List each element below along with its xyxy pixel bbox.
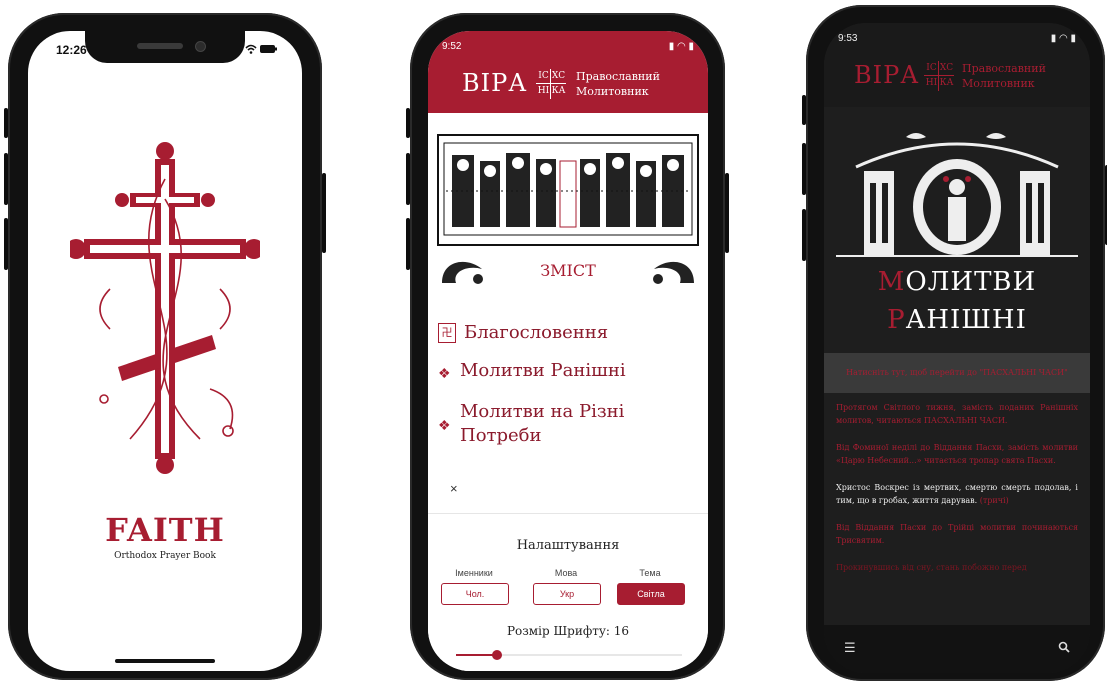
phone-frame-splash: 12:26 FAITH Orthodox Prayer Book (4, 13, 326, 680)
settings-panel: Налаштування Іменники Чол. Мова Укр Тема… (428, 513, 708, 671)
contents-screen: 9:52 ▮ ◠ ▮ ВІРА ІС ХС НІ КА Православний… (428, 31, 708, 671)
prayer-body: Протягом Світлого тижня, замість поданих… (836, 401, 1078, 588)
volume-button (802, 209, 806, 261)
power-button (322, 173, 326, 253)
volume-button (4, 218, 8, 270)
icxc-nika-icon: ІС ХС НІ КА (536, 69, 566, 99)
toc-item-label: Молитви на Різні Потреби (460, 401, 625, 446)
bottom-toolbar: ☰ (824, 625, 1090, 673)
notch (85, 31, 245, 63)
status-time: 12:26 (56, 43, 87, 57)
status-time: 9:53 (838, 33, 858, 44)
volume-button (4, 108, 8, 138)
toc-item-morning-prayers[interactable]: ❖ Молитви Ранішні (438, 359, 708, 386)
prayer-paragraph: Христос Воскрес із мертвих, смертю смерт… (836, 483, 1078, 505)
right-ornament (653, 261, 694, 284)
prayer-title: МОЛИТВИ РАНІШНІ (877, 267, 1037, 335)
rubric-paragraph: Від Віддання Пасхи до Трійці молитви поч… (836, 523, 1078, 545)
app-tagline: Православний Молитовник (962, 62, 1046, 90)
theme-label: Тема (639, 568, 661, 578)
paschal-hours-link[interactable]: Натисніть тут, щоб перейти до "ПАСХАЛЬНІ… (824, 353, 1090, 393)
status-time: 9:52 (442, 41, 462, 52)
orthodox-cross-icon (70, 142, 260, 474)
app-title: FAITH (105, 511, 225, 549)
volume-button (406, 218, 410, 270)
volume-button (802, 143, 806, 195)
icon-engraving-image (437, 134, 699, 246)
battery-icon: ▮ ◠ ▮ (1050, 33, 1076, 44)
brand-name: ВІРА (462, 69, 528, 97)
rubric-paragraph: Протягом Світлого тижня, замість поданих… (836, 403, 1078, 425)
settings-title: Налаштування (516, 538, 620, 553)
toc-item-label: Благословення (464, 322, 609, 343)
phone-frame-prayer: 9:53 ▮ ◠ ▮ ВІРА ІС ХС НІ КА Православний… (802, 5, 1107, 681)
battery-icon: ▮ ◠ ▮ (668, 41, 694, 52)
slider-fill (456, 654, 497, 656)
volume-button (406, 108, 410, 138)
app-header: 9:52 ▮ ◠ ▮ ВІРА ІС ХС НІ КА Православний… (428, 31, 708, 113)
toc-item-blessing[interactable]: 卍 Благословення (438, 321, 708, 345)
app-tagline: Православний Молитовник (576, 70, 660, 98)
volume-button (802, 95, 806, 125)
nouns-option-button[interactable]: Чол. (441, 583, 509, 605)
nouns-label: Іменники (455, 568, 493, 578)
search-icon[interactable] (1058, 641, 1070, 657)
volume-button (406, 153, 410, 205)
phone-frame-contents: 9:52 ▮ ◠ ▮ ВІРА ІС ХС НІ КА Православний… (406, 13, 729, 680)
power-button (725, 173, 729, 253)
hamburger-menu-icon[interactable]: ☰ (844, 641, 856, 656)
wifi-battery-icon (244, 43, 278, 58)
icxc-nika-icon: ІС ХС НІ КА (924, 61, 954, 91)
font-size-slider[interactable] (456, 650, 682, 660)
language-option-button[interactable]: Укр (533, 583, 601, 605)
rubric-paragraph: Прокинувшись від сну, стань побожно пере… (836, 563, 1027, 572)
brand-name: ВІРА (854, 61, 920, 89)
resurrection-engraving-image (836, 127, 1078, 259)
home-indicator[interactable] (115, 659, 215, 663)
app-subtitle: Orthodox Prayer Book (114, 551, 216, 561)
ornament-bullet-icon: ❖ (438, 418, 451, 434)
theme-option-button[interactable]: Світла (617, 583, 685, 605)
close-settings-button[interactable]: × (450, 481, 458, 496)
slider-thumb[interactable] (491, 650, 502, 660)
volume-button (4, 153, 8, 205)
font-size-label: Розмір Шрифту: 16 (506, 624, 630, 638)
language-label: Мова (554, 568, 578, 578)
table-of-contents: 卍 Благословення ❖ Молитви Ранішні ❖ Моли… (428, 321, 708, 462)
app-header: 9:53 ▮ ◠ ▮ ВІРА ІС ХС НІ КА Православний… (824, 23, 1090, 107)
ornament-bullet-icon: ❖ (438, 366, 451, 382)
toc-item-label: Молитви Ранішні (460, 360, 626, 381)
cross-square-icon: 卍 (438, 323, 456, 343)
toc-item-various-needs[interactable]: ❖ Молитви на Різні Потреби (438, 400, 708, 448)
prayer-screen: 9:53 ▮ ◠ ▮ ВІРА ІС ХС НІ КА Православний… (824, 23, 1090, 673)
splash-screen: 12:26 FAITH Orthodox Prayer Book (28, 31, 302, 671)
rubric-paragraph: Від Фоминої неділі до Віддання Пасхи, за… (836, 443, 1078, 465)
